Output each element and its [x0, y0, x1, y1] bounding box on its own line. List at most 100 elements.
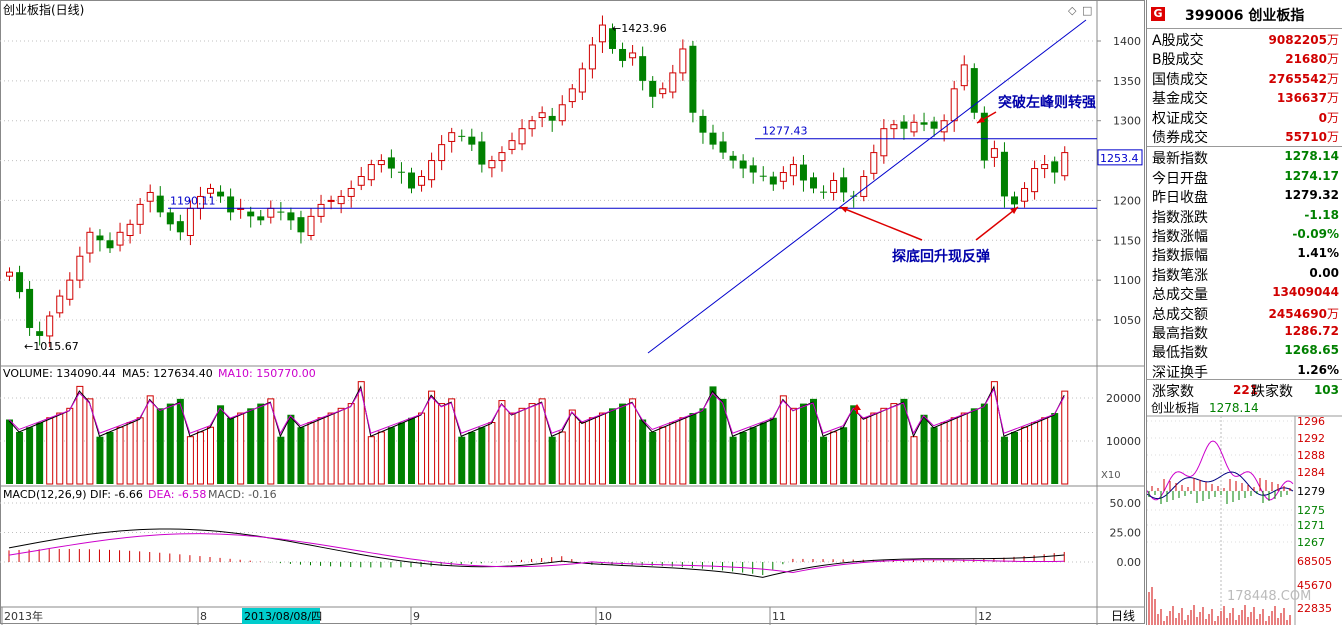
- down-count-label: 跌家数: [1251, 384, 1293, 400]
- quote-unit: 万: [1326, 71, 1339, 86]
- arrow-head: [840, 206, 848, 213]
- quote-value: 1279.32: [1284, 188, 1339, 202]
- candle-body: [347, 187, 355, 197]
- volume-bar: [739, 431, 747, 484]
- volume-bar: [870, 412, 878, 485]
- quote-number: 0: [1318, 110, 1327, 125]
- candle-body: [880, 128, 888, 157]
- volume-bar: [468, 431, 476, 484]
- dif-line: [8, 528, 1065, 578]
- mini-price-tick: 1288: [1297, 449, 1325, 462]
- volume-bar: [186, 436, 194, 485]
- volume-bar: [1031, 422, 1039, 485]
- quote-value: 1.26%: [1297, 363, 1339, 377]
- volume-bar: [156, 408, 164, 484]
- candle-body: [6, 271, 13, 277]
- candle-body: [408, 172, 415, 189]
- quote-row: 最新指数 1278.14: [1147, 147, 1342, 168]
- kline-chart-area[interactable]: 14001350130012501200115011001050创业板指(日线)…: [0, 0, 1145, 625]
- quote-row: B股成交 21680万: [1147, 48, 1342, 68]
- volume-bar: [106, 431, 114, 484]
- candle-body: [568, 88, 576, 103]
- quote-label: 最低指数: [1152, 345, 1208, 362]
- y-tick-label: 10000: [1106, 435, 1141, 448]
- candle-body: [619, 48, 627, 61]
- candle-body: [166, 212, 174, 225]
- candle-body: [649, 80, 657, 97]
- candle-body: [970, 68, 978, 113]
- candlestick-chart[interactable]: 14001350130012501200115011001050创业板指(日线)…: [0, 0, 1145, 625]
- quote-row: A股成交 9082205万: [1147, 29, 1342, 49]
- quote-label: 最高指数: [1152, 326, 1208, 342]
- mini-vol-tick: 68505: [1297, 555, 1332, 568]
- candle-body: [428, 160, 436, 181]
- y-tick-label: 1200: [1113, 194, 1141, 207]
- volume-bar: [669, 422, 677, 485]
- quote-unit: 万: [1326, 306, 1339, 321]
- volume-bar: [659, 426, 667, 485]
- volume-bar: [860, 417, 868, 485]
- volume-bar: [558, 431, 566, 485]
- volume-bar: [639, 419, 647, 484]
- volume-bar: [438, 403, 446, 485]
- volume-bar: [1041, 417, 1049, 485]
- dea-legend: DEA: -6.58: [148, 488, 206, 501]
- quote-sidebar: G 399006 创业板指 A股成交 9082205万 B股成交 21680万 国债成交…: [1146, 0, 1342, 625]
- quote-number: 1279.32: [1284, 188, 1339, 203]
- quote-number: 2765542: [1268, 71, 1327, 86]
- quote-number: 1.26%: [1297, 362, 1339, 377]
- volume-bar: [950, 417, 958, 485]
- candle-body: [729, 155, 737, 161]
- volume-bar: [940, 422, 948, 485]
- candle-body: [176, 221, 184, 233]
- volume-bar: [679, 417, 687, 485]
- intraday-mini-chart[interactable]: 创业板指 1278.14 1296 1292 1288 1284 1279 1275 1271 1…: [1147, 399, 1342, 625]
- candle-body: [669, 72, 677, 93]
- candle-body: [920, 122, 928, 125]
- dif-legend: DIF: -6.66: [90, 488, 143, 501]
- candle-body: [277, 211, 285, 213]
- low-label: ←1015.67: [24, 340, 79, 353]
- volume-bar: [478, 427, 486, 484]
- volume-bar: [528, 403, 536, 485]
- candle-body: [779, 172, 787, 182]
- quote-value: 2765542万: [1269, 70, 1339, 87]
- candle-body: [357, 176, 365, 186]
- high-label: ←1423.96: [612, 22, 667, 35]
- candle-body: [538, 112, 546, 119]
- up-count-label: 涨家数: [1152, 384, 1194, 400]
- volume-bar: [830, 431, 838, 485]
- volume-bar: [367, 436, 375, 485]
- volume-bar: [66, 407, 74, 485]
- candle-body: [639, 56, 647, 81]
- candle-body: [418, 176, 426, 186]
- annotation-arrow: [975, 206, 1019, 241]
- candle-body: [900, 121, 908, 129]
- volume-bar: [458, 436, 466, 484]
- quote-label: 最新指数: [1152, 151, 1208, 168]
- candle-body: [247, 211, 255, 217]
- quote-number: 21680: [1285, 52, 1327, 67]
- quote-label: 基金成交: [1152, 91, 1208, 108]
- candle-body: [1041, 164, 1049, 170]
- quote-label: 今日开盘: [1152, 170, 1208, 187]
- mini-price-tick: 1271: [1297, 519, 1325, 532]
- y-tick-label: 1400: [1113, 35, 1141, 48]
- g-badge-icon[interactable]: G: [1151, 7, 1165, 21]
- volume-bar: [307, 422, 315, 485]
- volume-bar: [46, 417, 54, 485]
- candle-body: [458, 135, 466, 137]
- ma10-legend: MA10: 150770.00: [218, 367, 316, 380]
- volume-bar: [699, 408, 707, 484]
- mini-price: 1278.14: [1209, 401, 1259, 415]
- quote-row: 指数笔涨 0.00: [1147, 264, 1342, 284]
- volume-bar: [689, 413, 697, 484]
- volume-bar: [920, 414, 928, 484]
- volume-bar: [196, 431, 204, 485]
- candle-body: [820, 191, 828, 193]
- y-tick-label: 1050: [1113, 314, 1141, 327]
- stock-code: 399006: [1185, 8, 1244, 24]
- candle-body: [810, 177, 817, 189]
- candle-body: [438, 144, 446, 162]
- quote-number: 55710: [1285, 130, 1327, 144]
